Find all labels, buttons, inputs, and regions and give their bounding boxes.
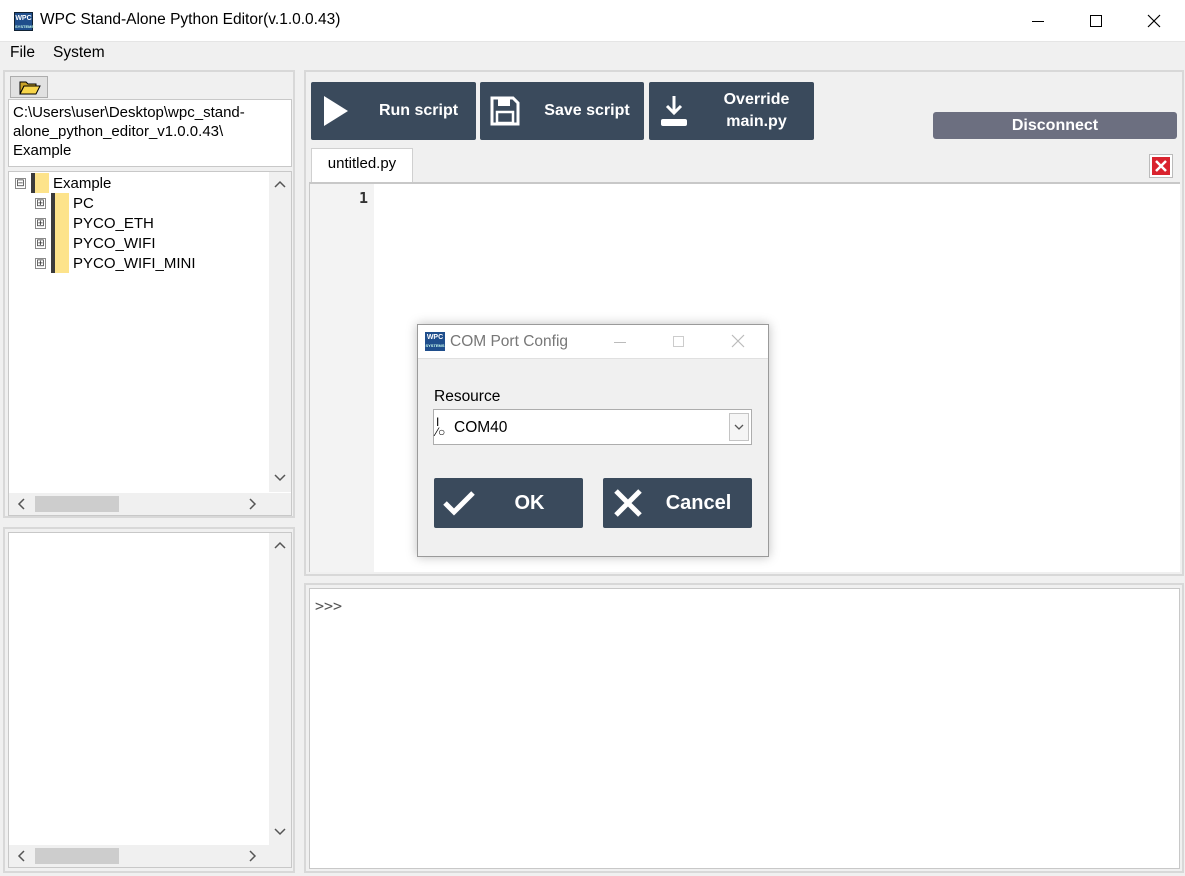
save-disk-icon bbox=[480, 82, 530, 140]
file-tree[interactable]: ⊟ Example ⊞ PC ⊞ PYCO_ETH ⊞ PYCO_WIFI ⊞ … bbox=[8, 171, 292, 516]
run-script-label: Run script bbox=[378, 102, 459, 119]
save-script-button[interactable]: Save script bbox=[480, 82, 644, 140]
selected-port: COM40 bbox=[454, 419, 508, 436]
io-resource-icon: I ⁄○ bbox=[436, 415, 446, 439]
device-list-horizontal-scrollbar[interactable] bbox=[9, 845, 291, 867]
download-icon bbox=[649, 82, 699, 140]
tree-item-pyco-wifi[interactable]: ⊞ PYCO_WIFI bbox=[35, 233, 156, 253]
console-prompt: >>> bbox=[315, 597, 343, 615]
override-main-button[interactable]: Override main.py bbox=[649, 82, 814, 140]
maximize-icon bbox=[673, 336, 684, 347]
close-window-button[interactable] bbox=[1125, 0, 1183, 42]
tree-vertical-scrollbar[interactable] bbox=[269, 172, 291, 492]
com-port-config-dialog: WPC SYSTEMS COM Port Config Resource I ⁄○ … bbox=[417, 324, 769, 557]
maximize-icon bbox=[1090, 15, 1102, 27]
override-main-label: Override main.py bbox=[723, 91, 790, 130]
line-number-gutter: 1 bbox=[310, 184, 374, 572]
x-icon bbox=[603, 488, 653, 518]
cancel-button[interactable]: Cancel bbox=[603, 478, 752, 528]
scroll-right-arrow-icon[interactable] bbox=[241, 493, 263, 515]
dialog-title-bar: WPC SYSTEMS COM Port Config bbox=[418, 325, 768, 359]
tree-item-label: PYCO_WIFI_MINI bbox=[73, 254, 196, 272]
tree-item-pyco-wifi-mini[interactable]: ⊞ PYCO_WIFI_MINI bbox=[35, 253, 196, 273]
folder-icon bbox=[51, 233, 69, 253]
expand-icon[interactable]: ⊞ bbox=[35, 257, 46, 269]
tab-untitled-py[interactable]: untitled.py bbox=[311, 148, 413, 182]
horizontal-scroll-thumb[interactable] bbox=[35, 848, 119, 864]
menu-file[interactable]: File bbox=[10, 44, 35, 62]
minimize-icon bbox=[1032, 20, 1044, 22]
title-bar: WPC SYSTEMS WPC Stand-Alone Python Editor… bbox=[0, 0, 1185, 42]
dialog-app-logo-icon: WPC SYSTEMS bbox=[425, 332, 445, 351]
menu-bar: File System bbox=[0, 42, 1185, 66]
minimize-button[interactable] bbox=[1009, 0, 1067, 42]
device-file-list[interactable] bbox=[8, 532, 292, 868]
scroll-down-arrow-icon[interactable] bbox=[269, 820, 291, 842]
device-list-vertical-scrollbar[interactable] bbox=[269, 533, 291, 845]
checkmark-icon bbox=[434, 490, 484, 516]
scroll-right-arrow-icon[interactable] bbox=[241, 845, 263, 867]
tree-item-label: PYCO_WIFI bbox=[73, 234, 156, 252]
collapse-icon[interactable]: ⊟ bbox=[15, 177, 26, 189]
scroll-up-arrow-icon[interactable] bbox=[269, 174, 291, 196]
tree-item-label: Example bbox=[53, 174, 112, 192]
folder-icon bbox=[51, 193, 69, 213]
close-tab-icon bbox=[1152, 157, 1170, 175]
expand-icon[interactable]: ⊞ bbox=[35, 237, 46, 249]
open-folder-button[interactable] bbox=[10, 76, 48, 98]
scroll-up-arrow-icon[interactable] bbox=[269, 535, 291, 557]
close-icon bbox=[1147, 14, 1161, 28]
line-number: 1 bbox=[358, 189, 368, 207]
chevron-down-icon[interactable] bbox=[729, 413, 749, 441]
tree-item-label: PYCO_ETH bbox=[73, 214, 154, 232]
minimize-icon bbox=[614, 342, 626, 343]
folder-icon bbox=[31, 173, 49, 193]
play-icon bbox=[311, 82, 361, 140]
horizontal-scroll-thumb[interactable] bbox=[35, 496, 119, 512]
scroll-left-arrow-icon[interactable] bbox=[11, 493, 33, 515]
dialog-maximize-button bbox=[673, 334, 689, 350]
folder-icon bbox=[51, 213, 69, 233]
console-panel: >>> bbox=[304, 583, 1184, 873]
dialog-minimize-button bbox=[614, 334, 630, 350]
current-path: C:\Users\user\Desktop\wpc_stand- alone_p… bbox=[8, 99, 292, 167]
close-tab-button[interactable] bbox=[1149, 154, 1173, 178]
ok-button[interactable]: OK bbox=[434, 478, 583, 528]
tree-item-example[interactable]: ⊟ Example bbox=[15, 173, 111, 193]
tree-item-label: PC bbox=[73, 194, 94, 212]
tree-item-pyco-eth[interactable]: ⊞ PYCO_ETH bbox=[35, 213, 154, 233]
repl-console[interactable]: >>> bbox=[309, 588, 1180, 869]
file-browser-panel: C:\Users\user\Desktop\wpc_stand- alone_p… bbox=[3, 70, 295, 518]
tree-item-pc[interactable]: ⊞ PC bbox=[35, 193, 94, 213]
menu-system[interactable]: System bbox=[53, 44, 105, 62]
maximize-button[interactable] bbox=[1067, 0, 1125, 42]
ok-label: OK bbox=[514, 491, 545, 514]
dialog-title: COM Port Config bbox=[450, 333, 569, 350]
window-title: WPC Stand-Alone Python Editor(v.1.0.0.43… bbox=[40, 11, 341, 28]
cancel-label: Cancel bbox=[665, 491, 732, 514]
app-logo-icon: WPC SYSTEMS bbox=[14, 12, 34, 31]
expand-icon[interactable]: ⊞ bbox=[35, 217, 46, 229]
resource-label: Resource bbox=[434, 388, 501, 405]
scroll-down-arrow-icon[interactable] bbox=[269, 466, 291, 488]
dialog-close-button[interactable] bbox=[731, 334, 747, 350]
tree-horizontal-scrollbar[interactable] bbox=[9, 493, 291, 515]
run-script-button[interactable]: Run script bbox=[311, 82, 476, 140]
folder-icon bbox=[51, 253, 69, 273]
save-script-label: Save script bbox=[544, 102, 630, 119]
close-icon bbox=[731, 334, 745, 348]
scroll-left-arrow-icon[interactable] bbox=[11, 845, 33, 867]
open-folder-icon bbox=[19, 81, 41, 95]
expand-icon[interactable]: ⊞ bbox=[35, 197, 46, 209]
resource-select[interactable]: I ⁄○ COM40 bbox=[433, 409, 752, 445]
device-file-panel bbox=[3, 527, 295, 873]
disconnect-button[interactable]: Disconnect bbox=[933, 112, 1177, 139]
